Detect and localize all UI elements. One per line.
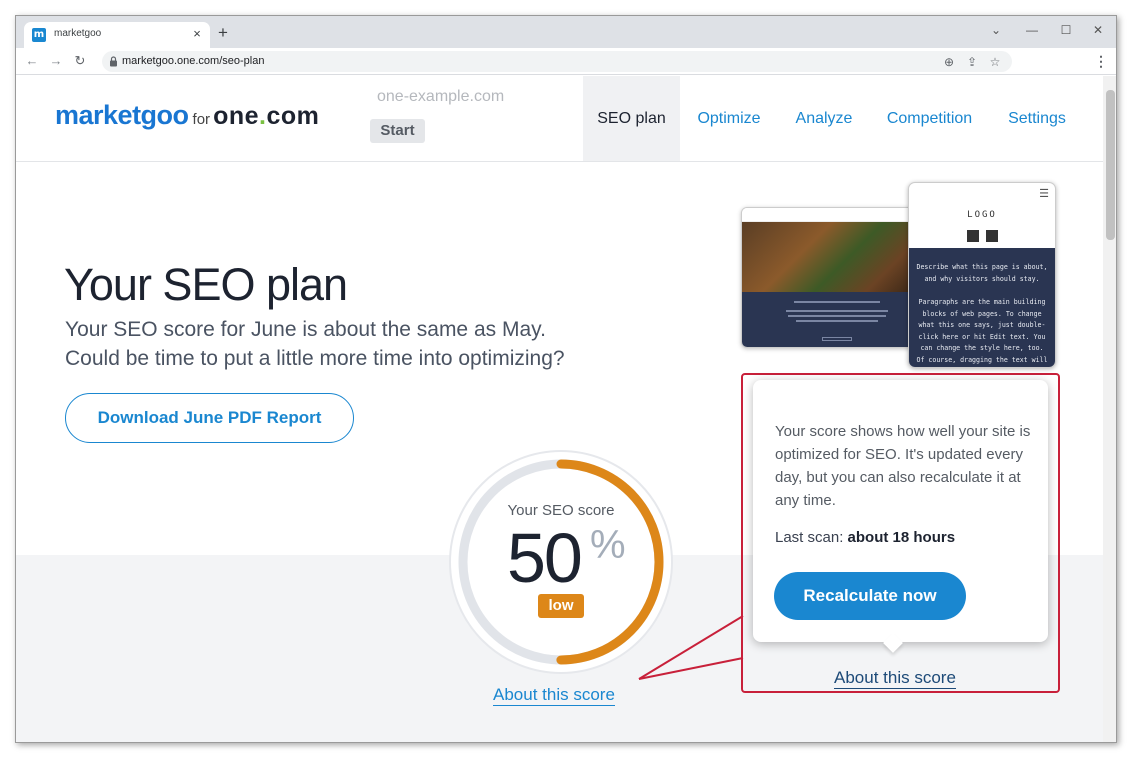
hamburger-menu-icon: ☰ bbox=[1039, 188, 1049, 200]
desktop-site-mockup bbox=[741, 207, 931, 348]
nav-competition[interactable]: Competition bbox=[877, 76, 982, 161]
score-value: 50 bbox=[507, 519, 583, 597]
url-text: marketgoo.one.com/seo-plan bbox=[122, 55, 265, 67]
start-button[interactable]: Start bbox=[370, 119, 425, 143]
subtitle-line-2: Could be time to put a little more time … bbox=[65, 347, 565, 370]
mockup-text-line bbox=[786, 310, 888, 312]
logo-marketgoo-text: marketgoo bbox=[55, 100, 189, 130]
site-domain: one-example.com bbox=[377, 88, 505, 105]
page-subtitle: Your SEO score for June is about the sam… bbox=[65, 315, 565, 373]
logo-com-text: com bbox=[266, 102, 320, 130]
marketgoo-favicon-icon: m bbox=[32, 28, 46, 42]
page-title: Your SEO plan bbox=[64, 259, 348, 310]
page-content: marketgoo for one.com one-example.com Star… bbox=[16, 76, 1103, 742]
mockup-logo-text: LOGO bbox=[967, 210, 997, 220]
back-arrow-icon[interactable]: ← bbox=[22, 51, 42, 71]
browser-menu-icon[interactable]: ⋮ bbox=[1094, 51, 1108, 71]
new-tab-button[interactable]: + bbox=[212, 22, 234, 44]
chevron-down-icon[interactable]: ⌄ bbox=[978, 20, 1014, 40]
nav-analyze[interactable]: Analyze bbox=[784, 76, 864, 161]
mockup-text-line bbox=[788, 315, 886, 317]
about-score-link[interactable]: About this score bbox=[493, 685, 615, 706]
score-info-popup: Your score shows how well your site is o… bbox=[753, 380, 1048, 653]
mockup-food-photo bbox=[742, 222, 930, 292]
subtitle-line-1: Your SEO score for June is about the sam… bbox=[65, 318, 546, 341]
close-window-button[interactable]: ✕ bbox=[1080, 20, 1116, 40]
mockup-content-block bbox=[742, 292, 930, 347]
zoom-icon[interactable]: ⊕ bbox=[940, 53, 958, 71]
last-scan-info: Last scan: about 18 hours bbox=[775, 529, 955, 546]
mockup-text-line bbox=[796, 320, 878, 322]
forward-arrow-icon[interactable]: → bbox=[46, 51, 66, 71]
facebook-icon bbox=[967, 230, 979, 242]
mockup-phone-text-2: Paragraphs are the main building blocks … bbox=[916, 298, 1048, 364]
browser-toolbar: ← → ↻ marketgoo.one.com/seo-plan ⊕ ⇪ ☆ ⋮ bbox=[16, 48, 1116, 75]
tab-title: marketgoo bbox=[54, 28, 102, 39]
tab-bar: m marketgoo × + ⌄ — ☐ ✕ bbox=[16, 16, 1116, 48]
mockup-text-line bbox=[794, 301, 880, 303]
close-tab-icon[interactable]: × bbox=[188, 25, 206, 43]
share-icon[interactable]: ⇪ bbox=[963, 53, 981, 71]
maximize-button[interactable]: ☐ bbox=[1048, 20, 1084, 40]
marketgoo-logo[interactable]: marketgoo for one.com bbox=[55, 100, 319, 131]
logo-one-text: one bbox=[213, 102, 260, 130]
last-scan-value: about 18 hours bbox=[847, 529, 956, 546]
seo-score-gauge: Your SEO score 50 % low bbox=[447, 448, 675, 676]
browser-tab[interactable]: m marketgoo × bbox=[24, 22, 210, 48]
site-header: marketgoo for one.com one-example.com Star… bbox=[16, 76, 1103, 162]
popup-description: Your score shows how well your site is o… bbox=[775, 423, 1031, 509]
nav-settings[interactable]: Settings bbox=[1000, 76, 1074, 161]
minimize-button[interactable]: — bbox=[1014, 20, 1050, 40]
lock-icon bbox=[110, 56, 117, 67]
browser-window: m marketgoo × + ⌄ — ☐ ✕ ← → ↻ marketgoo.… bbox=[15, 15, 1117, 743]
scrollbar-thumb[interactable] bbox=[1106, 90, 1115, 240]
address-bar[interactable]: marketgoo.one.com/seo-plan ⊕ ⇪ ☆ bbox=[102, 51, 1012, 72]
mobile-site-mockup: ☰ LOGO Describe what this page is about,… bbox=[908, 182, 1056, 368]
download-report-button[interactable]: Download June PDF Report bbox=[65, 393, 354, 443]
mockup-phone-content: Describe what this page is about, and wh… bbox=[909, 248, 1055, 367]
mockup-nav-bar bbox=[742, 208, 930, 222]
mockup-phone-text-1: Describe what this page is about, and wh… bbox=[916, 263, 1048, 283]
page-scrollbar[interactable] bbox=[1103, 76, 1116, 742]
last-scan-label: Last scan: bbox=[775, 529, 844, 546]
nav-seo-plan[interactable]: SEO plan bbox=[583, 76, 680, 161]
about-score-link-highlighted[interactable]: About this score bbox=[834, 668, 956, 689]
bookmark-star-icon[interactable]: ☆ bbox=[986, 53, 1004, 71]
nav-optimize[interactable]: Optimize bbox=[686, 76, 772, 161]
mockup-button bbox=[822, 337, 852, 341]
score-status-badge: low bbox=[538, 594, 584, 618]
recalculate-button[interactable]: Recalculate now bbox=[774, 572, 966, 620]
reload-icon[interactable]: ↻ bbox=[70, 51, 90, 71]
score-percent-sign: % bbox=[590, 523, 626, 567]
score-label: Your SEO score bbox=[507, 502, 615, 519]
logo-for-text: for bbox=[192, 111, 211, 128]
instagram-icon bbox=[986, 230, 998, 242]
